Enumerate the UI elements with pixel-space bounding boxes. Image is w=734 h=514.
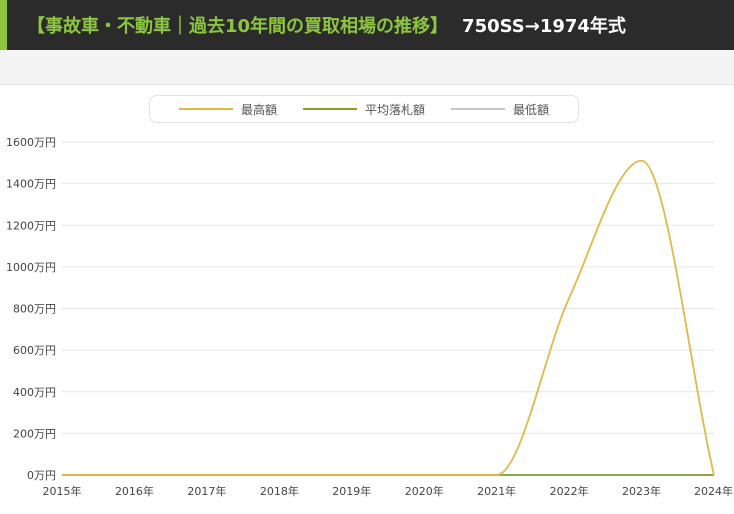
x-tick-label: 2016年	[115, 484, 154, 498]
x-tick-label: 2024年	[694, 484, 733, 498]
y-tick-label: 0万円	[27, 469, 56, 482]
x-tick-label: 2021年	[477, 484, 516, 498]
y-tick-label: 1200万円	[6, 219, 56, 232]
y-tick-label: 200万円	[13, 427, 56, 440]
y-tick-label: 400万円	[13, 386, 56, 399]
y-tick-label: 1600万円	[6, 136, 56, 149]
y-tick-label: 1000万円	[6, 261, 56, 274]
line-chart: 0万円 200万円 400万円 600万円 800万円 1000万円 1200万円 1400万…	[6, 136, 733, 498]
y-tick-label: 800万円	[13, 303, 56, 316]
x-tick-label: 2022年	[550, 484, 589, 498]
y-tick-label: 600万円	[13, 344, 56, 357]
x-tick-label: 2015年	[43, 484, 82, 498]
y-tick-label: 1400万円	[6, 178, 56, 191]
x-tick-label: 2023年	[622, 484, 661, 498]
series-line-max	[61, 159, 715, 476]
x-tick-label: 2019年	[332, 484, 371, 498]
x-tick-label: 2017年	[187, 484, 226, 498]
x-tick-label: 2020年	[405, 484, 444, 498]
x-tick-label: 2018年	[260, 484, 299, 498]
